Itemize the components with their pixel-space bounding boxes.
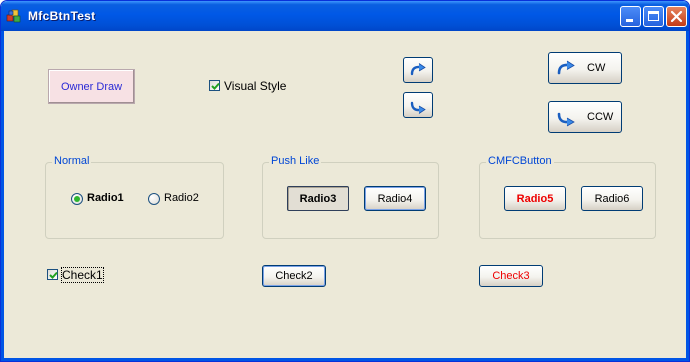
rotate-ccw-icon: [557, 112, 575, 127]
radio5-mfcbutton[interactable]: Radio5: [504, 186, 566, 211]
checkmark-icon: [49, 271, 58, 279]
window-frame-right: [686, 31, 689, 361]
radio3-label: Radio3: [299, 192, 337, 205]
owner-draw-button[interactable]: Owner Draw: [48, 69, 135, 104]
check2-label: Check2: [275, 270, 313, 282]
cw-label: CW: [587, 62, 606, 74]
cw-button[interactable]: CW: [548, 52, 622, 84]
window-frame-left: [1, 31, 4, 361]
cmfcbutton-groupbox: CMFCButton Radio5 Radio6: [479, 155, 656, 239]
cmfcbutton-group-title: CMFCButton: [486, 155, 554, 167]
title-bar[interactable]: MfcBtnTest: [1, 1, 689, 31]
push-like-group-title: Push Like: [269, 155, 322, 167]
rotate-cw-icon: [410, 63, 426, 76]
visual-style-label: Visual Style: [224, 79, 287, 93]
checkmark-icon: [211, 82, 220, 90]
radio1-label: Radio1: [87, 192, 124, 204]
minimize-icon: [626, 19, 633, 22]
minimize-button[interactable]: [620, 6, 641, 27]
check2-button[interactable]: Check2: [262, 265, 326, 287]
close-icon: [670, 10, 683, 23]
radio4-pushbutton[interactable]: Radio4: [364, 186, 426, 211]
visual-style-box[interactable]: [209, 80, 220, 91]
radio-selected-dot: [74, 196, 80, 202]
push-like-groupbox: Push Like Radio3 Radio4: [262, 155, 439, 239]
window-title: MfcBtnTest: [28, 9, 96, 23]
window-frame-bottom: [1, 358, 689, 361]
rotate-ccw-icon: [410, 101, 426, 114]
normal-group-title: Normal: [52, 155, 92, 167]
radio6-label: Radio6: [594, 192, 630, 205]
normal-groupbox: Normal Radio1 Radio2: [45, 155, 224, 239]
owner-draw-label: Owner Draw: [60, 81, 123, 93]
check1-label: Check1: [61, 267, 104, 283]
maximize-button[interactable]: [643, 6, 664, 27]
radio4-label: Radio4: [377, 192, 413, 205]
check3-button[interactable]: Check3: [479, 265, 543, 287]
check3-label: Check3: [492, 270, 530, 282]
close-button[interactable]: [666, 6, 687, 27]
radio1-indicator[interactable]: [71, 193, 83, 205]
radio2-label: Radio2: [164, 192, 199, 204]
ccw-label: CCW: [587, 111, 614, 123]
radio3-pushbutton[interactable]: Radio3: [287, 186, 349, 211]
rotate-cw-icon: [557, 60, 575, 75]
main-window: MfcBtnTest Owner Draw Visual Style CW CC…: [0, 0, 690, 362]
rotate-ccw-small-button[interactable]: [403, 92, 433, 118]
app-icon: [6, 9, 21, 23]
radio5-label: Radio5: [516, 192, 554, 205]
check1-box[interactable]: [47, 269, 58, 280]
maximize-icon: [648, 11, 659, 21]
rotate-cw-small-button[interactable]: [403, 57, 433, 83]
radio2-indicator[interactable]: [148, 193, 160, 205]
ccw-button[interactable]: CCW: [548, 101, 622, 133]
radio6-mfcbutton[interactable]: Radio6: [581, 186, 643, 211]
